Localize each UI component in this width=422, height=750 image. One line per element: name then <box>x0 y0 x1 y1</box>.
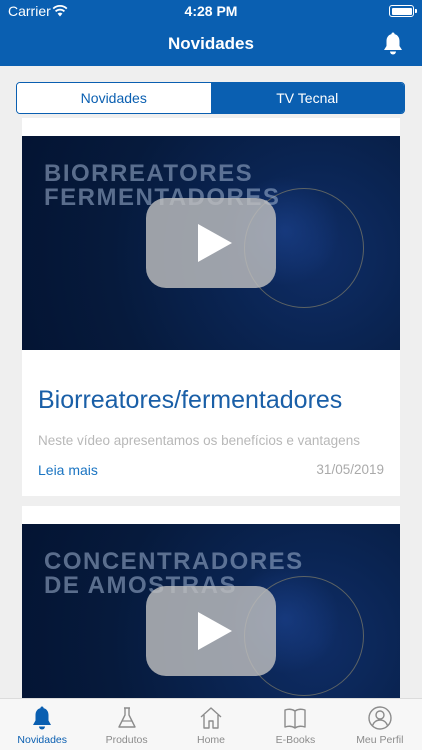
page-title: Novidades <box>168 34 254 53</box>
status-bar: Carrier 4:28 PM <box>0 0 422 22</box>
card-date: 31/05/2019 <box>316 462 384 477</box>
news-card[interactable]: CONCENTRADORES DE AMOSTRAS <box>22 506 400 738</box>
tab-bar: Novidades Produtos Home E-Books Meu Perf… <box>0 698 422 750</box>
thumbnail-banner-line: BIORREATORES <box>44 160 254 187</box>
video-thumbnail[interactable]: BIORREATORES FERMENTADORES <box>22 136 400 350</box>
bell-icon <box>33 706 52 730</box>
read-more-link[interactable]: Leia mais <box>38 462 98 478</box>
tab-home[interactable]: Home <box>169 699 253 750</box>
flask-icon <box>117 707 136 728</box>
segment-novidades[interactable]: Novidades <box>17 83 211 113</box>
tab-ebooks[interactable]: E-Books <box>253 699 337 750</box>
segmented-control: Novidades TV Tecnal <box>16 82 405 114</box>
tab-novidades[interactable]: Novidades <box>0 699 84 750</box>
tab-label: Meu Perfil <box>356 734 404 746</box>
card-footer: Leia mais 31/05/2019 <box>38 462 384 482</box>
thumbnail-banner-line: CONCENTRADORES <box>44 548 304 575</box>
clock: 4:28 PM <box>184 3 238 19</box>
play-button-icon[interactable] <box>146 586 276 676</box>
card-excerpt: Neste vídeo apresentamos os benefícios e… <box>38 433 360 448</box>
tab-label: Novidades <box>17 734 68 746</box>
card-title: Biorreatores/fermentadores <box>38 386 343 414</box>
segment-tv-tecnal[interactable]: TV Tecnal <box>210 83 404 113</box>
battery-icon <box>389 5 417 17</box>
news-card[interactable]: BIORREATORES FERMENTADORES Biorreatores/… <box>22 118 400 496</box>
tab-label: E-Books <box>275 734 316 746</box>
play-button-icon[interactable] <box>146 198 276 288</box>
tab-meu-perfil[interactable]: Meu Perfil <box>338 699 422 750</box>
notifications-bell-icon[interactable] <box>382 32 404 56</box>
book-icon <box>284 708 307 729</box>
home-icon <box>200 707 222 729</box>
tab-label: Home <box>197 734 226 746</box>
profile-icon <box>368 706 392 730</box>
navigation-bar: Novidades <box>0 22 422 66</box>
tab-label: Produtos <box>105 734 148 746</box>
tab-produtos[interactable]: Produtos <box>84 699 168 750</box>
